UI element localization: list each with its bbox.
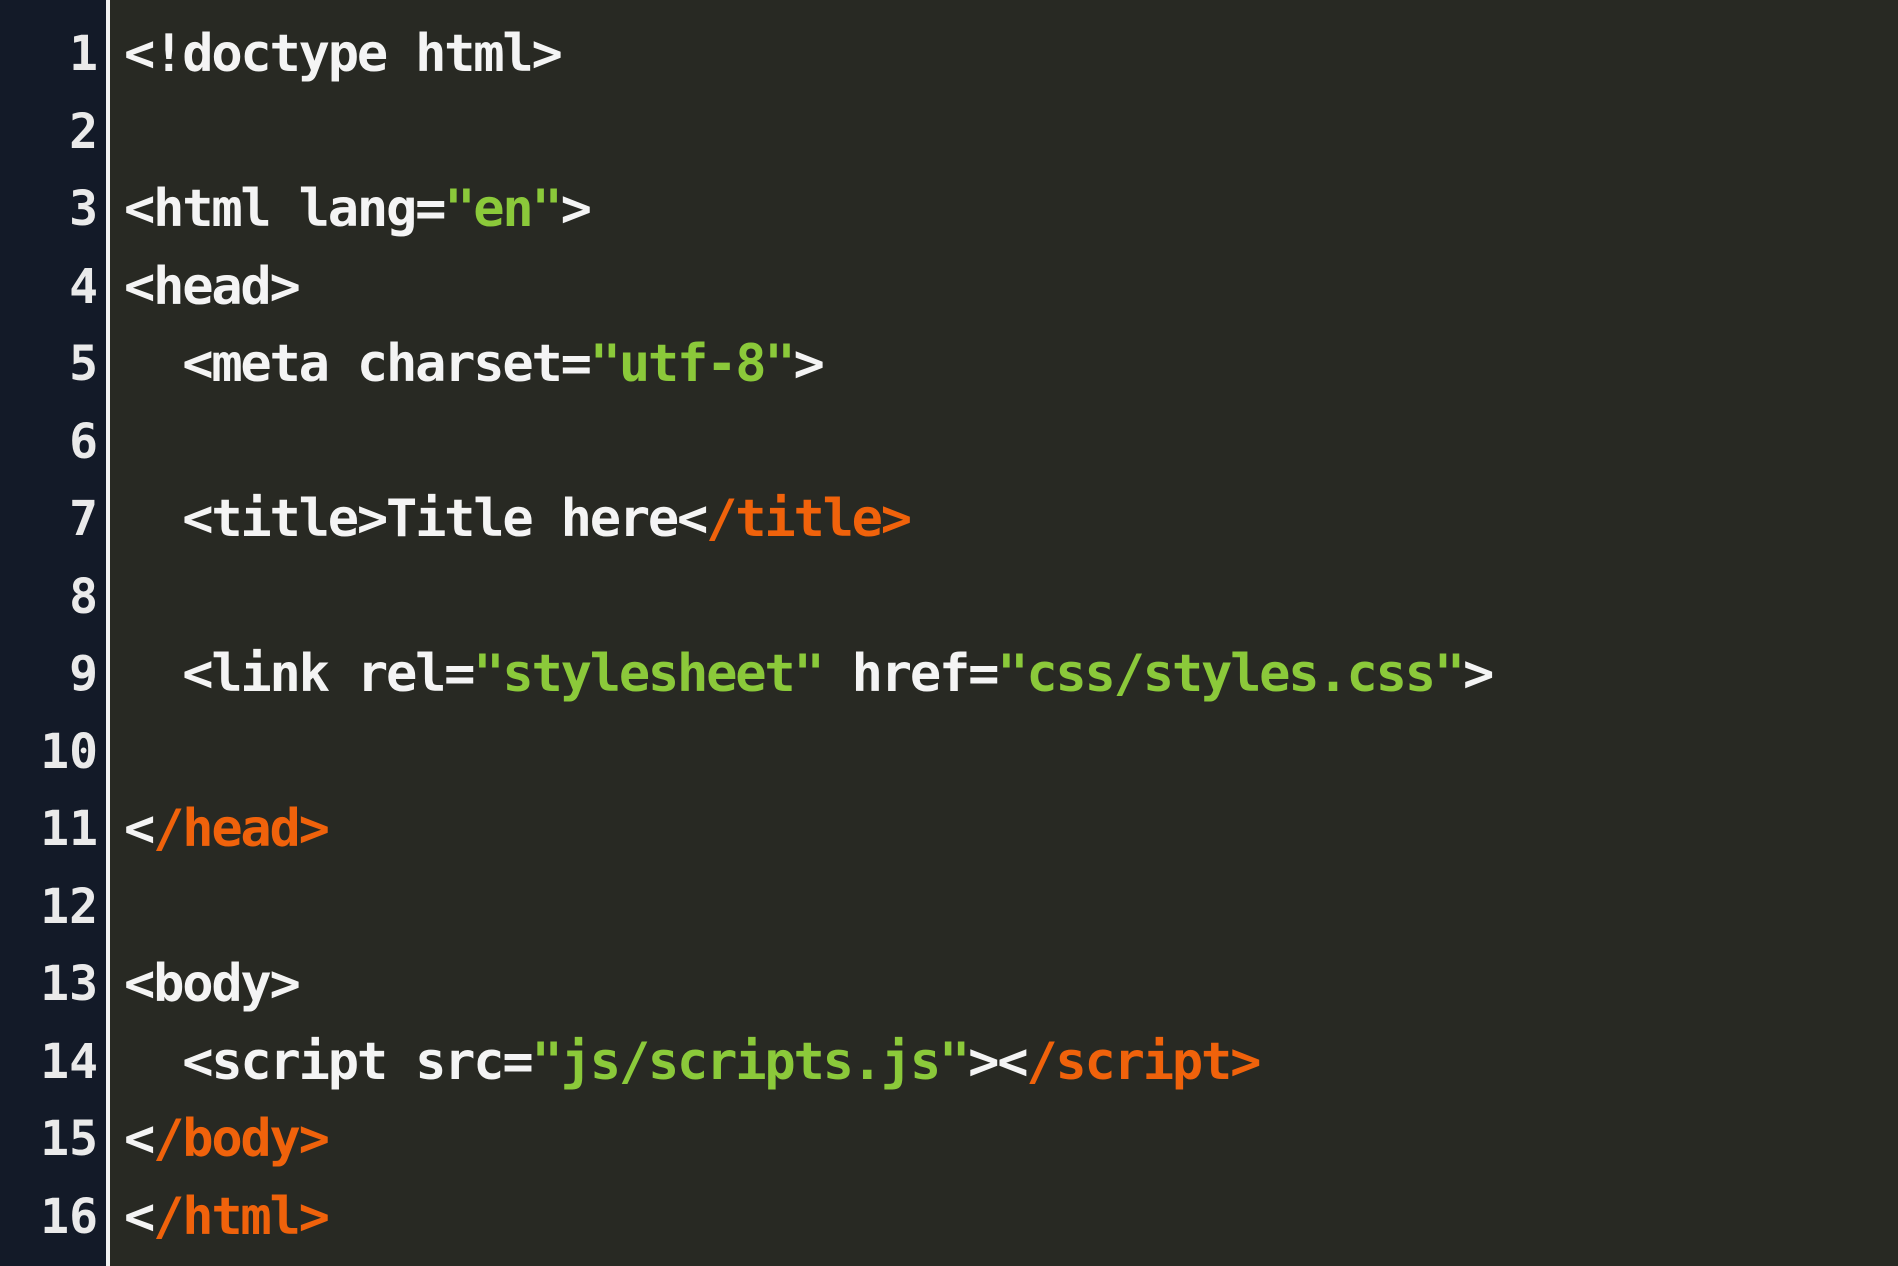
line-code[interactable]: <html lang="en">: [124, 171, 592, 249]
line-number: 9: [69, 646, 98, 702]
markup-token: <link rel=: [182, 644, 475, 704]
line-code[interactable]: <script src="js/scripts.js"></script>: [124, 1024, 1261, 1102]
code-line[interactable]: 13 <body>: [0, 946, 1898, 1024]
line-number: 10: [40, 723, 98, 780]
markup-token: <title>Title here<: [182, 489, 708, 549]
markup-token: <: [124, 1186, 155, 1247]
closing-tag-token: /body>: [153, 1109, 330, 1169]
line-number: 14: [40, 1033, 98, 1090]
line-number: 15: [40, 1111, 98, 1167]
markup-token: href=: [822, 644, 1000, 704]
markup-token: <!doctype html>: [124, 24, 563, 84]
markup-token: <body>: [124, 954, 301, 1014]
line-number: 12: [40, 878, 98, 935]
markup-token: <html lang=: [124, 179, 446, 239]
closing-tag-token: /title>: [706, 489, 912, 549]
line-number: 3: [69, 181, 98, 237]
markup-token: <: [124, 1109, 155, 1169]
code-line[interactable]: 10: [0, 714, 1898, 792]
code-line[interactable]: 3 <html lang="en">: [0, 171, 1898, 249]
markup-token: <meta charset=: [182, 334, 592, 394]
code-line[interactable]: 12: [0, 869, 1898, 947]
code-line[interactable]: 5 <meta charset="utf-8">: [0, 326, 1898, 404]
markup-token: <: [124, 799, 155, 859]
string-token: "css/styles.css": [997, 644, 1465, 704]
code-line[interactable]: 2: [0, 94, 1898, 172]
markup-token: <head>: [124, 256, 301, 317]
line-number: 7: [69, 491, 98, 547]
code-line[interactable]: 16 </html>: [0, 1179, 1898, 1257]
line-number: 2: [69, 103, 98, 160]
code-line[interactable]: 14 <script src="js/scripts.js"></script>: [0, 1024, 1898, 1102]
code-line[interactable]: 15 </body>: [0, 1101, 1898, 1179]
string-token: "en": [444, 179, 563, 239]
closing-tag-token: /head>: [153, 799, 330, 859]
line-number: 16: [40, 1188, 98, 1245]
line-number: 5: [69, 336, 98, 392]
line-number: 11: [40, 801, 98, 857]
code-line[interactable]: 9 <link rel="stylesheet" href="css/style…: [0, 636, 1898, 714]
line-code[interactable]: <meta charset="utf-8">: [124, 326, 825, 404]
line-code[interactable]: <body>: [124, 946, 301, 1024]
code-line[interactable]: 4 <head>: [0, 249, 1898, 327]
line-code[interactable]: </head>: [124, 791, 330, 869]
string-token: "js/scripts.js": [531, 1031, 971, 1092]
string-token: "utf-8": [589, 334, 796, 394]
markup-token: >: [560, 179, 592, 239]
code-line[interactable]: 7 <title>Title here</title>: [0, 481, 1898, 559]
code-line[interactable]: 1 <!doctype html>: [0, 16, 1898, 94]
closing-tag-token: /html>: [153, 1186, 330, 1247]
closing-tag-token: /script>: [1026, 1031, 1261, 1092]
line-code[interactable]: <link rel="stylesheet" href="css/styles.…: [124, 636, 1494, 714]
code-line[interactable]: 11 </head>: [0, 791, 1898, 869]
markup-token: >: [1462, 644, 1494, 704]
markup-token: ><: [968, 1031, 1028, 1092]
line-code[interactable]: </body>: [124, 1101, 330, 1179]
code-line[interactable]: 8: [0, 559, 1898, 637]
line-code[interactable]: <head>: [124, 249, 301, 327]
line-code[interactable]: <!doctype html>: [124, 16, 563, 94]
line-code[interactable]: <title>Title here</title>: [124, 481, 912, 559]
line-number: 13: [40, 956, 98, 1012]
markup-token: >: [793, 334, 824, 394]
line-number: 6: [69, 413, 98, 470]
string-token: "stylesheet": [473, 644, 824, 704]
line-code[interactable]: </html>: [124, 1179, 330, 1257]
line-number: 1: [69, 26, 98, 82]
code-line[interactable]: 6: [0, 404, 1898, 482]
line-number: 4: [69, 258, 98, 315]
markup-token: <script src=: [182, 1031, 533, 1092]
code-editor[interactable]: 1 <!doctype html> 2 3 <html lang="en"> 4 <head…: [0, 0, 1898, 1266]
line-number: 8: [69, 568, 98, 625]
